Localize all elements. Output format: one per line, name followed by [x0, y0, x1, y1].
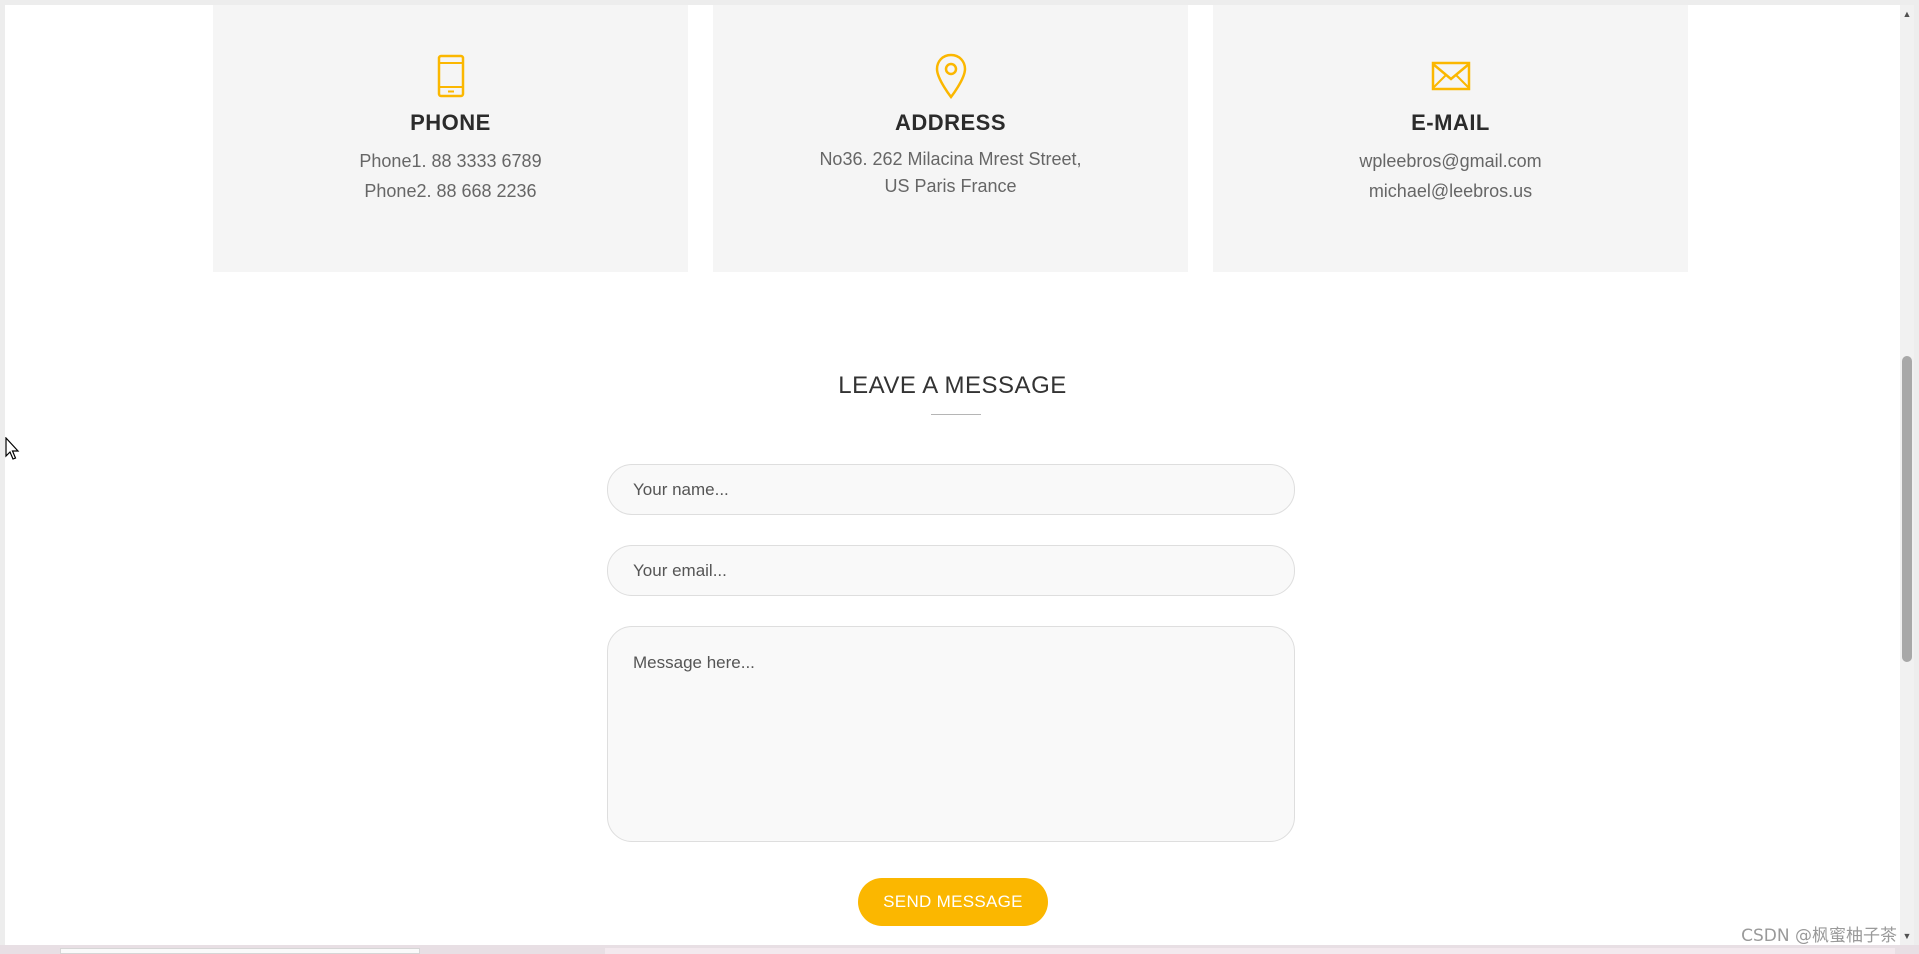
- contact-cards: PHONE Phone1. 88 3333 6789 Phone2. 88 66…: [213, 5, 1688, 272]
- taskbar-strip: [0, 945, 1919, 954]
- address-line-2: US Paris France: [884, 176, 1017, 196]
- page-viewport: PHONE Phone1. 88 3333 6789 Phone2. 88 66…: [5, 5, 1900, 945]
- address-line-1: No36. 262 Milacina Mrest Street,: [819, 149, 1082, 169]
- email-input[interactable]: [607, 545, 1295, 596]
- envelope-icon: [1428, 52, 1474, 100]
- scrollbar-thumb[interactable]: [1902, 356, 1912, 662]
- email-lines: wpleebros@gmail.com michael@leebros.us: [1359, 146, 1541, 206]
- vertical-scrollbar[interactable]: ▲ ▼: [1900, 5, 1914, 945]
- scroll-down-arrow-icon[interactable]: ▼: [1900, 929, 1914, 943]
- address-lines: No36. 262 Milacina Mrest Street, US Pari…: [819, 146, 1081, 200]
- phone-line-2: Phone2. 88 668 2236: [364, 181, 537, 201]
- leave-message-heading: LEAVE A MESSAGE: [838, 372, 1067, 399]
- message-textarea[interactable]: [607, 626, 1295, 842]
- mouse-cursor-icon: [5, 436, 21, 461]
- taskbar-item[interactable]: [60, 948, 420, 954]
- phone-lines: Phone1. 88 3333 6789 Phone2. 88 668 2236: [359, 146, 541, 206]
- email-line-1[interactable]: wpleebros@gmail.com: [1359, 146, 1541, 176]
- heading-divider: [931, 414, 981, 415]
- address-title: ADDRESS: [894, 110, 1007, 135]
- scroll-up-arrow-icon[interactable]: ▲: [1900, 7, 1914, 21]
- email-title: E-MAIL: [1411, 110, 1490, 135]
- name-input[interactable]: [607, 464, 1295, 515]
- phone-icon: [428, 52, 474, 100]
- taskbar-item[interactable]: [605, 948, 1895, 954]
- map-pin-icon: [928, 52, 974, 100]
- send-message-button[interactable]: SEND MESSAGE: [858, 878, 1048, 926]
- phone-card: PHONE Phone1. 88 3333 6789 Phone2. 88 66…: [213, 5, 688, 272]
- email-card: E-MAIL wpleebros@gmail.com michael@leebr…: [1213, 5, 1688, 272]
- phone-title: PHONE: [410, 110, 491, 135]
- email-line-2[interactable]: michael@leebros.us: [1359, 176, 1541, 206]
- watermark-text: CSDN @枫蜜柚子茶: [1741, 926, 1897, 946]
- address-card: ADDRESS No36. 262 Milacina Mrest Street,…: [713, 5, 1188, 272]
- phone-line-1: Phone1. 88 3333 6789: [359, 151, 542, 171]
